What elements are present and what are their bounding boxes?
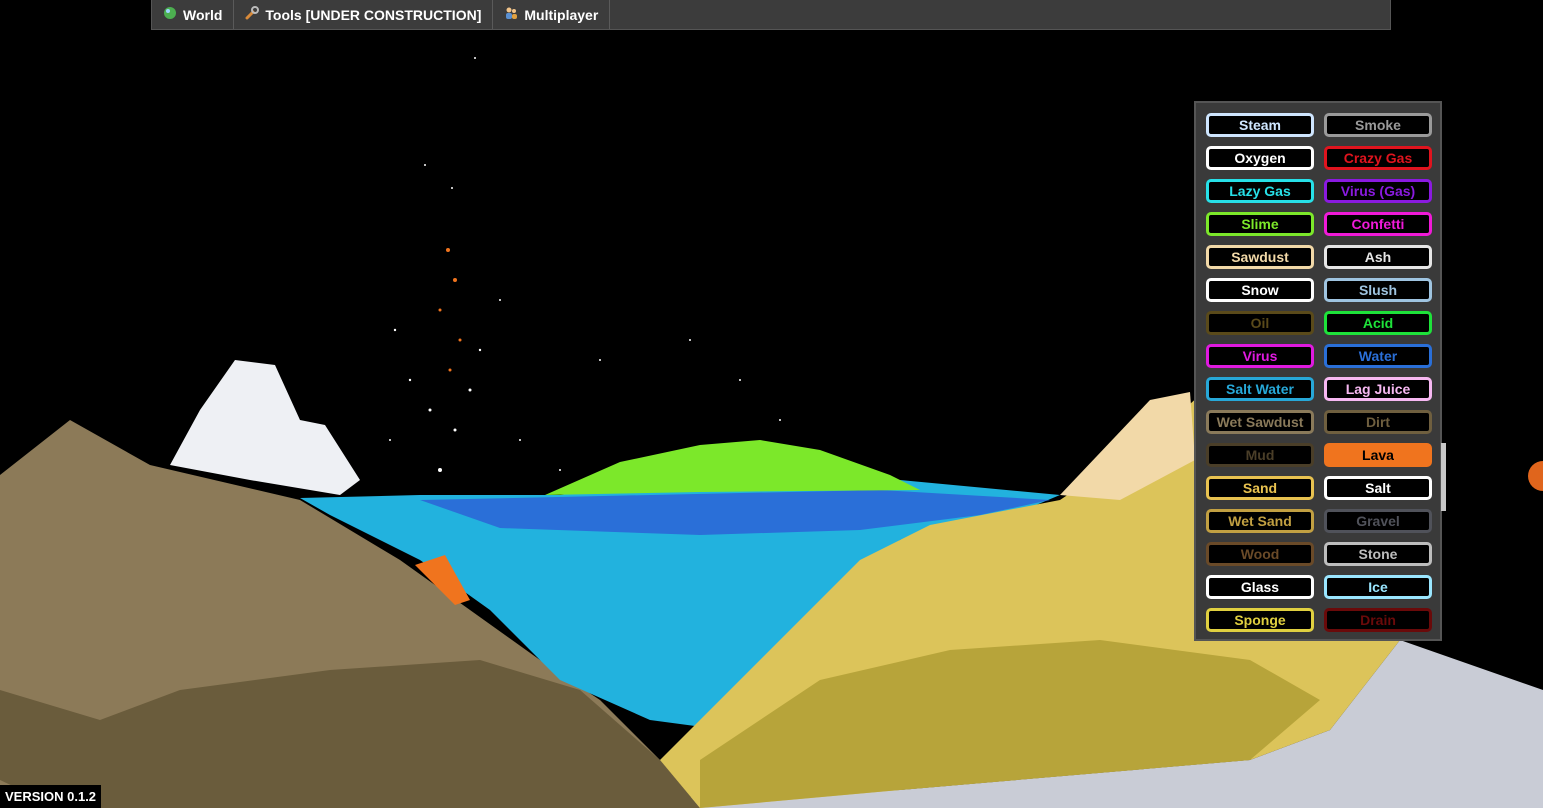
menu-label: World [183, 6, 223, 23]
element-button-salt-water[interactable]: Salt Water [1206, 377, 1314, 401]
element-button-oxygen[interactable]: Oxygen [1206, 146, 1314, 170]
element-button-smoke[interactable]: Smoke [1324, 113, 1432, 137]
element-button-slime[interactable]: Slime [1206, 212, 1314, 236]
palette-scroll-handle[interactable] [1441, 443, 1446, 511]
element-button-oil[interactable]: Oil [1206, 311, 1314, 335]
element-button-salt[interactable]: Salt [1324, 476, 1432, 500]
top-menu-bar: World Tools [UNDER CONSTRUCTION] Multiplay… [151, 0, 1391, 30]
element-button-snow[interactable]: Snow [1206, 278, 1314, 302]
element-grid: Steam Smoke Oxygen Crazy Gas Lazy Gas Virus (… [1206, 113, 1432, 632]
element-button-slush[interactable]: Slush [1324, 278, 1432, 302]
element-button-sawdust[interactable]: Sawdust [1206, 245, 1314, 269]
element-button-drain[interactable]: Drain [1324, 608, 1432, 632]
element-button-virus[interactable]: Virus [1206, 344, 1314, 368]
element-button-stone[interactable]: Stone [1324, 542, 1432, 566]
element-button-ash[interactable]: Ash [1324, 245, 1432, 269]
element-button-sponge[interactable]: Sponge [1206, 608, 1314, 632]
menu-label: Tools [UNDER CONSTRUCTION] [265, 6, 482, 23]
element-button-confetti[interactable]: Confetti [1324, 212, 1432, 236]
menu-tools[interactable]: Tools [UNDER CONSTRUCTION] [234, 0, 494, 29]
menu-multiplayer[interactable]: Multiplayer [493, 0, 611, 29]
element-button-lava[interactable]: Lava [1324, 443, 1432, 467]
menu-world[interactable]: World [152, 0, 235, 29]
element-button-acid[interactable]: Acid [1324, 311, 1432, 335]
globe-icon [163, 6, 177, 23]
element-button-wood[interactable]: Wood [1206, 542, 1314, 566]
wrench-icon [245, 6, 260, 23]
people-icon [504, 6, 518, 23]
element-button-glass[interactable]: Glass [1206, 575, 1314, 599]
element-palette: Steam Smoke Oxygen Crazy Gas Lazy Gas Virus (… [1194, 101, 1442, 641]
element-button-gravel[interactable]: Gravel [1324, 509, 1432, 533]
element-button-ice[interactable]: Ice [1324, 575, 1432, 599]
element-button-mud[interactable]: Mud [1206, 443, 1314, 467]
element-button-dirt[interactable]: Dirt [1324, 410, 1432, 434]
element-button-wet-sawdust[interactable]: Wet Sawdust [1206, 410, 1314, 434]
menu-label: Multiplayer [524, 6, 599, 23]
element-button-water[interactable]: Water [1324, 344, 1432, 368]
element-button-crazy-gas[interactable]: Crazy Gas [1324, 146, 1432, 170]
element-button-wet-sand[interactable]: Wet Sand [1206, 509, 1314, 533]
element-button-lazy-gas[interactable]: Lazy Gas [1206, 179, 1314, 203]
element-button-lag-juice[interactable]: Lag Juice [1324, 377, 1432, 401]
element-button-sand[interactable]: Sand [1206, 476, 1314, 500]
element-button-virus-gas[interactable]: Virus (Gas) [1324, 179, 1432, 203]
element-button-steam[interactable]: Steam [1206, 113, 1314, 137]
version-label: VERSION 0.1.2 [0, 785, 102, 808]
